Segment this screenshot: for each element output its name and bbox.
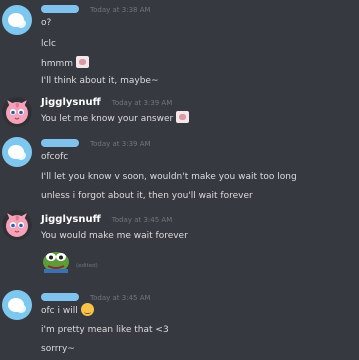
message-line: hmmm — [41, 56, 90, 71]
username[interactable]: Jigglysnuff — [41, 97, 101, 108]
message-line: o? — [41, 18, 52, 28]
cloud-avatar-icon[interactable] — [2, 5, 32, 35]
message-line: I'll think about it, maybe~ — [41, 76, 159, 86]
message-line: lclc — [41, 39, 56, 49]
timestamp: Today at 3:45 AM — [90, 294, 151, 302]
timestamp: Today at 3:39 AM — [90, 140, 151, 148]
cloud-avatar-icon[interactable] — [2, 137, 32, 167]
message-header: Jigglysnuff Today at 3:45 AM — [41, 213, 172, 227]
message-line: i'm pretty mean like that <3 — [41, 325, 169, 335]
pink-sticker-emoji-icon — [176, 111, 190, 123]
message-line: You let me know your answer — [41, 111, 190, 126]
edited-label: (edited) — [76, 263, 98, 269]
timestamp: Today at 3:38 AM — [90, 6, 151, 14]
message-text: You let me know your answer — [41, 114, 174, 124]
jigglypuff-avatar-icon[interactable] — [2, 210, 32, 240]
message-text: ofc i will — [41, 306, 78, 316]
grimace-emoji-icon — [80, 302, 94, 316]
message-line: You would make me wait forever — [41, 231, 188, 241]
username-redacted[interactable] — [41, 292, 79, 301]
message-header: Today at 3:45 AM — [41, 291, 151, 305]
timestamp: Today at 3:39 AM — [111, 99, 173, 107]
username[interactable]: Jigglysnuff — [41, 214, 101, 225]
message-header: Jigglysnuff Today at 3:39 AM — [41, 96, 172, 110]
username-redacted[interactable] — [41, 138, 79, 147]
cloud-avatar-icon[interactable] — [2, 290, 32, 320]
message-header: Today at 3:39 AM — [41, 137, 151, 151]
message-line: unless i forgot about it, then you'll wa… — [41, 191, 253, 201]
timestamp: Today at 3:45 AM — [111, 216, 173, 224]
pepe-emoji-icon — [41, 247, 71, 273]
username-redacted[interactable] — [41, 4, 79, 13]
message-text: hmmm — [41, 59, 74, 69]
message-line: I'll let you know v soon, wouldn't make … — [41, 172, 297, 182]
message-header: Today at 3:38 AM — [41, 3, 151, 17]
jigglypuff-avatar-icon[interactable] — [2, 97, 32, 127]
pink-sticker-emoji-icon — [76, 56, 90, 68]
message-line: ofc i will — [41, 302, 94, 318]
message-line: sorrry~ — [41, 344, 75, 354]
message-line: ofcofc — [41, 152, 69, 162]
